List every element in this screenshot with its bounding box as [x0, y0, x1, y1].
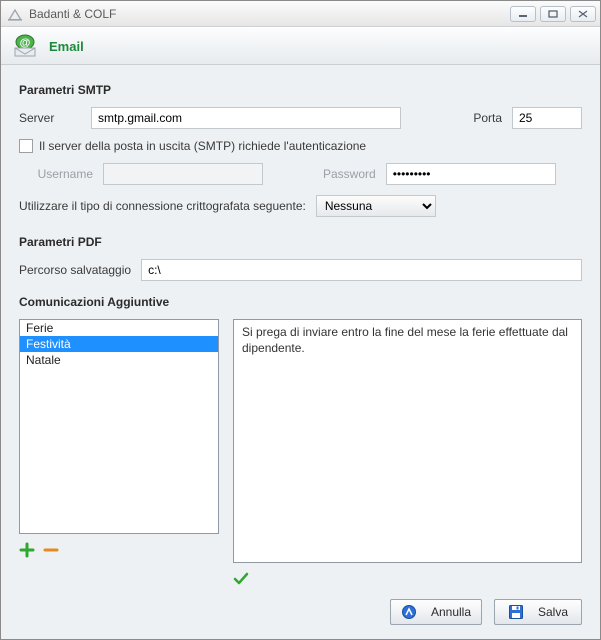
password-input[interactable] [386, 163, 556, 185]
list-item[interactable]: Festività [20, 336, 218, 352]
password-label: Password [323, 167, 376, 181]
confirm-text-button[interactable] [233, 571, 249, 587]
app-window: Badanti & COLF @ Email Parametri [0, 0, 601, 640]
svg-text:@: @ [20, 37, 31, 49]
cancel-icon [401, 604, 417, 620]
app-icon [7, 6, 23, 22]
auth-label: Il server della posta in uscita (SMTP) r… [39, 139, 366, 153]
page-title: Email [49, 39, 84, 54]
pdf-section-title: Parametri PDF [19, 235, 582, 249]
pdf-path-input[interactable] [141, 259, 582, 281]
comm-text[interactable]: Si prega di inviare entro la fine del me… [233, 319, 582, 563]
username-label: Username [31, 167, 93, 181]
minimize-button[interactable] [510, 6, 536, 22]
pdf-path-row: Percorso salvataggio [19, 259, 582, 281]
port-input[interactable] [512, 107, 582, 129]
email-icon: @ [11, 34, 39, 58]
server-input[interactable] [91, 107, 401, 129]
smtp-section-title: Parametri SMTP [19, 83, 582, 97]
save-label: Salva [538, 605, 568, 619]
comm-section-title: Comunicazioni Aggiuntive [19, 295, 582, 309]
save-button[interactable]: Salva [494, 599, 582, 625]
titlebar: Badanti & COLF [1, 1, 600, 27]
cancel-button[interactable]: Annulla [390, 599, 482, 625]
list-tools [19, 542, 219, 558]
cancel-label: Annulla [431, 605, 471, 619]
add-item-button[interactable] [19, 542, 35, 558]
port-label: Porta [473, 111, 502, 125]
list-item[interactable]: Natale [20, 352, 218, 368]
encryption-row: Utilizzare il tipo di connessione critto… [19, 195, 582, 217]
text-tools [233, 571, 582, 587]
content-area: Parametri SMTP Server Porta Il server de… [1, 65, 600, 639]
page-header: @ Email [1, 27, 600, 65]
comm-area: FerieFestivitàNatale Si prega di inviare… [19, 319, 582, 587]
server-row: Server Porta [19, 107, 582, 129]
footer: Annulla Salva [19, 587, 582, 625]
list-item[interactable]: Ferie [20, 320, 218, 336]
pdf-path-label: Percorso salvataggio [19, 263, 131, 277]
close-button[interactable] [570, 6, 596, 22]
remove-item-button[interactable] [43, 542, 59, 558]
window-controls [510, 6, 596, 22]
credentials-row: Username Password [19, 163, 582, 185]
encryption-label: Utilizzare il tipo di connessione critto… [19, 199, 306, 213]
auth-checkbox-row[interactable]: Il server della posta in uscita (SMTP) r… [19, 139, 582, 153]
maximize-button[interactable] [540, 6, 566, 22]
comm-listbox[interactable]: FerieFestivitàNatale [19, 319, 219, 534]
server-label: Server [19, 111, 81, 125]
username-input [103, 163, 263, 185]
save-icon [508, 604, 524, 620]
encryption-select[interactable]: Nessuna [316, 195, 436, 217]
window-title: Badanti & COLF [29, 7, 510, 21]
auth-checkbox[interactable] [19, 139, 33, 153]
